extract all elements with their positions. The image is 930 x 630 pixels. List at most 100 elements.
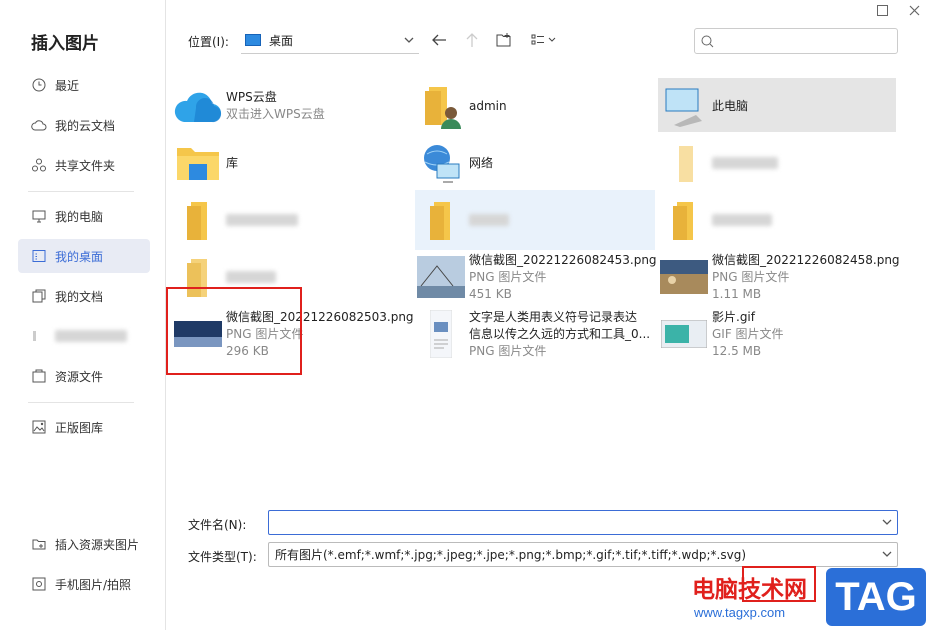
file-item-this-pc[interactable]: 此电脑: [658, 76, 748, 136]
file-item-admin[interactable]: admin: [415, 76, 507, 136]
file-item-blurred[interactable]: [658, 133, 778, 193]
filetype-value: 所有图片(*.emf;*.wmf;*.jpg;*.jpeg;*.jpe;*.pn…: [275, 548, 747, 562]
dialog-title: 插入图片: [31, 34, 99, 54]
folder-icon: [658, 137, 710, 189]
filename-input[interactable]: [268, 510, 898, 535]
sidebar-item-insert-folder-image[interactable]: 插入资源夹图片: [18, 527, 150, 561]
file-item-wps-cloud[interactable]: WPS云盘 双击进入WPS云盘: [172, 76, 325, 136]
clock-icon: [31, 77, 47, 93]
blurred-name: [469, 214, 509, 226]
watermark-text: 电脑技术网: [692, 577, 807, 603]
maximize-button[interactable]: [874, 2, 890, 18]
close-button[interactable]: [906, 2, 922, 18]
file-item-blurred[interactable]: [658, 190, 772, 250]
sidebar-item-blurred[interactable]: [18, 319, 150, 353]
image-thumbnail: [415, 251, 467, 303]
file-item-text-image[interactable]: 文字是人类用表义符号记录表达 信息以传之久远的方式和工具_0... PNG 图片…: [415, 304, 650, 364]
sidebar-item-label: 最近: [55, 78, 80, 93]
computer-icon: [658, 80, 710, 132]
file-item-blurred[interactable]: [172, 190, 298, 250]
blurred-name: [712, 214, 772, 226]
file-name: 微信截图_20221226082458.png: [712, 252, 900, 267]
new-folder-icon: [496, 33, 511, 47]
blurred-label: [55, 330, 127, 342]
share-icon: [31, 157, 47, 173]
sidebar-item-label: 资源文件: [55, 369, 104, 384]
filetype-select[interactable]: 所有图片(*.emf;*.wmf;*.jpg;*.jpeg;*.jpe;*.pn…: [268, 542, 898, 567]
sidebar-item-label: 正版图库: [55, 420, 104, 435]
file-type: GIF 图片文件: [712, 326, 784, 341]
sidebar-item-label: 手机图片/拍照: [55, 577, 132, 592]
location-value: 桌面: [269, 33, 294, 48]
file-item-blurred[interactable]: [415, 190, 655, 250]
file-name: admin: [469, 98, 507, 113]
sidebar-item-phone-photo[interactable]: 手机图片/拍照: [18, 567, 150, 601]
sidebar-divider: [28, 191, 134, 192]
search-input[interactable]: [694, 28, 898, 54]
file-name: WPS云盘: [226, 90, 277, 104]
folder-icon: [415, 194, 467, 246]
sidebar-item-gallery[interactable]: 正版图库: [18, 410, 150, 444]
documents-icon: [31, 288, 47, 304]
file-item-network[interactable]: 网络: [415, 133, 493, 193]
sidebar-item-my-desktop[interactable]: 我的桌面: [18, 239, 150, 273]
arrow-left-icon: [432, 34, 446, 46]
blurred-name: [712, 157, 778, 169]
sidebar-item-shared[interactable]: 共享文件夹: [18, 148, 150, 182]
file-type: 双击进入WPS云盘: [226, 107, 325, 121]
image-thumbnail: [658, 251, 710, 303]
window-controls: [874, 2, 922, 18]
view-list-icon: [531, 34, 556, 45]
blurred-name: [226, 214, 298, 226]
file-name-line2: 信息以传之久远的方式和工具_0...: [469, 326, 651, 341]
up-button[interactable]: [463, 31, 481, 49]
sidebar-item-cloud-docs[interactable]: 我的云文档: [18, 108, 150, 142]
wps-cloud-icon: [172, 80, 224, 132]
network-icon: [415, 137, 467, 189]
file-item-library[interactable]: 库: [172, 133, 238, 193]
filetype-label: 文件类型(T):: [188, 550, 257, 564]
file-type: PNG 图片文件: [469, 269, 547, 284]
chevron-down-icon: [403, 34, 415, 49]
sidebar-item-label: 我的桌面: [55, 249, 104, 264]
monitor-icon: [31, 208, 47, 224]
sidebar-item-label: 我的电脑: [55, 209, 104, 224]
chevron-down-icon[interactable]: [881, 516, 893, 531]
resource-icon: [31, 368, 47, 384]
sidebar-item-label: 我的文档: [55, 289, 104, 304]
file-name: 文字是人类用表义符号记录表达: [469, 309, 638, 324]
sidebar-item-resources[interactable]: 资源文件: [18, 359, 150, 393]
sidebar-item-recent[interactable]: 最近: [18, 68, 150, 102]
location-select[interactable]: 桌面: [241, 27, 419, 54]
file-type: PNG 图片文件: [712, 269, 790, 284]
file-name: 库: [226, 155, 239, 170]
back-button[interactable]: [430, 31, 448, 49]
sidebar-divider: [28, 402, 134, 403]
file-size: 451 KB: [469, 286, 512, 301]
blurred-name: [226, 271, 276, 283]
file-name: 微信截图_20221226082453.png: [469, 252, 657, 267]
file-name: 此电脑: [712, 98, 749, 113]
filename-label: 文件名(N):: [188, 518, 247, 532]
view-mode-button[interactable]: [530, 31, 560, 49]
sidebar: 插入图片 最近 我的云文档 共享文件夹 我的电脑 我的桌面 我的文档 资源文件 …: [0, 0, 166, 630]
file-item-movie-gif[interactable]: 影片.gif GIF 图片文件 12.5 MB: [658, 304, 784, 364]
search-icon: [701, 35, 714, 47]
annotation-highlight-box: [166, 287, 302, 375]
file-item-screenshot-082453[interactable]: 微信截图_20221226082453.png PNG 图片文件 451 KB: [415, 247, 657, 307]
sidebar-item-label: 插入资源夹图片: [55, 537, 140, 552]
file-name: 网络: [469, 155, 494, 170]
sidebar-item-my-documents[interactable]: 我的文档: [18, 279, 150, 313]
folder-icon: [658, 194, 710, 246]
file-item-screenshot-082458[interactable]: 微信截图_20221226082458.png PNG 图片文件 1.11 MB: [658, 247, 900, 307]
image-thumbnail: [658, 308, 710, 360]
new-folder-button[interactable]: [495, 31, 513, 49]
sidebar-item-my-computer[interactable]: 我的电脑: [18, 199, 150, 233]
file-name: 影片.gif: [712, 309, 755, 324]
sidebar-item-label: 共享文件夹: [55, 158, 116, 173]
user-folder-icon: [415, 80, 467, 132]
folder-icon: [31, 328, 47, 344]
sidebar-item-label: 我的云文档: [55, 118, 116, 133]
desktop-icon: [245, 34, 261, 46]
phone-photo-icon: [31, 576, 47, 592]
